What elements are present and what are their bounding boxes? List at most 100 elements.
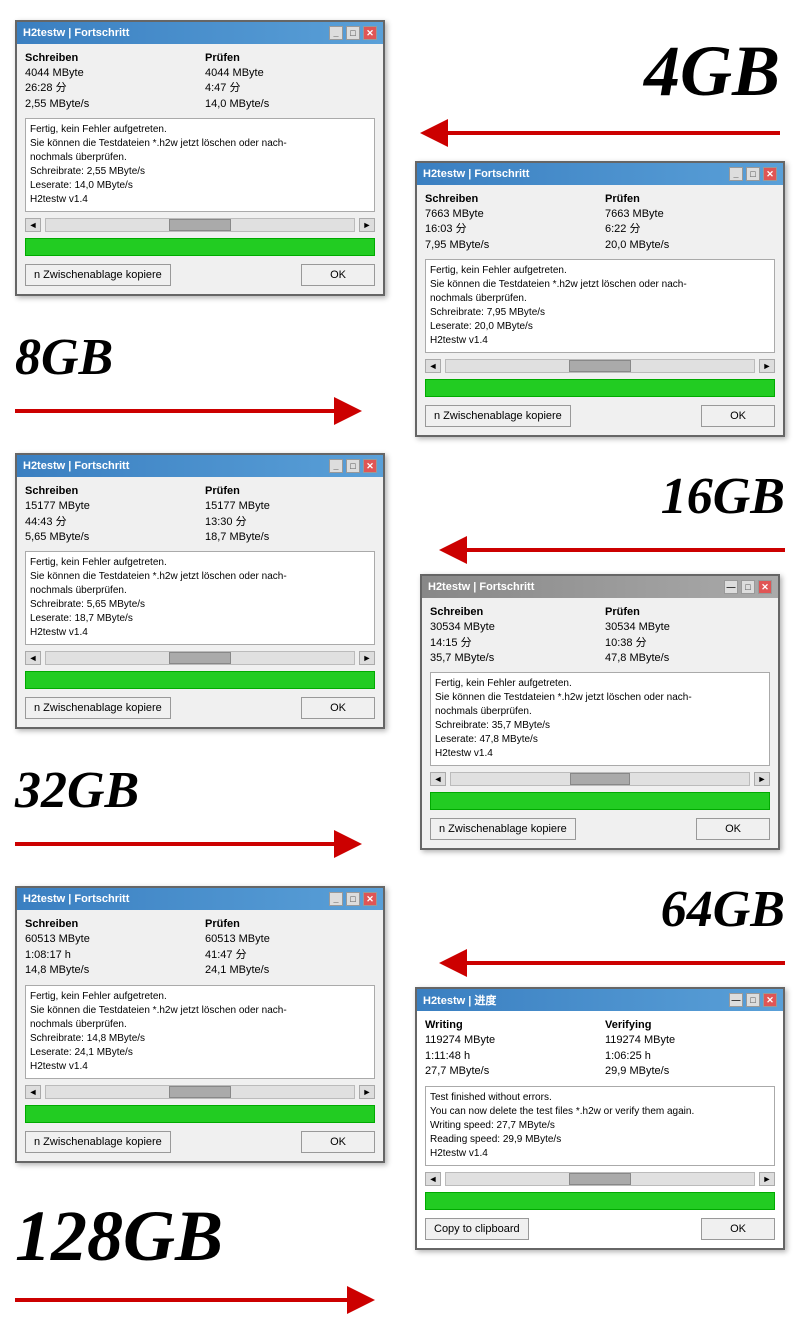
win-controls-128gb: — □ ✕ — [729, 993, 777, 1007]
win-controls-8gb: _ □ ✕ — [729, 167, 777, 181]
title-text-64gb: H2testw | Fortschritt — [23, 893, 129, 905]
section-8gb-win: H2testw | Fortschritt _ □ ✕ Schreiben 76… — [400, 161, 800, 437]
write-size-16gb: 15177 MByte — [25, 499, 195, 514]
title-text-128gb: H2testw | 进度 — [423, 992, 496, 1008]
minimize-btn-64gb[interactable]: _ — [329, 892, 343, 906]
scroll-right-32gb[interactable]: ► — [754, 772, 770, 786]
write-time-64gb: 1:08:17 h — [25, 948, 195, 963]
arrow-line-8gb — [15, 409, 334, 413]
close-btn-64gb[interactable]: ✕ — [363, 892, 377, 906]
close-btn-16gb[interactable]: ✕ — [363, 459, 377, 473]
log-16gb: Fertig, kein Fehler aufgetreten. Sie kön… — [25, 551, 375, 645]
verify-size-128gb: 119274 MByte — [605, 1033, 775, 1048]
page: H2testw | Fortschritt _ □ ✕ Schreiben 40… — [0, 0, 800, 1344]
title-text-32gb: H2testw | Fortschritt — [428, 581, 534, 593]
clipboard-btn-4gb[interactable]: n Zwischenablage kopiere — [25, 264, 171, 286]
minimize-btn-32gb[interactable]: — — [724, 580, 738, 594]
arrow-head-8gb — [334, 397, 362, 425]
scroll-left-32gb[interactable]: ◄ — [430, 772, 446, 786]
maximize-btn-4gb[interactable]: □ — [346, 26, 360, 40]
verify-label-32gb: Prüfen — [605, 606, 770, 618]
minimize-btn-128gb[interactable]: — — [729, 993, 743, 1007]
arrow-16gb — [439, 536, 786, 564]
verify-col-4gb: Prüfen 4044 MByte 4:47 分 14,0 MByte/s — [205, 52, 375, 112]
ok-btn-128gb[interactable]: OK — [701, 1218, 775, 1240]
scroll-left-4gb[interactable]: ◄ — [25, 218, 41, 232]
window-title-64gb: H2testw | Fortschritt _ □ ✕ — [17, 888, 383, 910]
clipboard-btn-32gb[interactable]: n Zwischenablage kopiere — [430, 818, 576, 840]
write-col-64gb: Schreiben 60513 MByte 1:08:17 h 14,8 MBy… — [25, 918, 195, 978]
verify-size-32gb: 30534 MByte — [605, 620, 770, 635]
arrow-head-left-4gb — [420, 119, 448, 147]
clipboard-btn-64gb[interactable]: n Zwischenablage kopiere — [25, 1131, 171, 1153]
maximize-btn-64gb[interactable]: □ — [346, 892, 360, 906]
verify-vals-32gb: 30534 MByte 10:38 分 47,8 MByte/s — [605, 620, 770, 666]
window-title-4gb: H2testw | Fortschritt _ □ ✕ — [17, 22, 383, 44]
window-title-32gb: H2testw | Fortschritt — □ ✕ — [422, 576, 778, 598]
minimize-btn-8gb[interactable]: _ — [729, 167, 743, 181]
bottom-row-8gb: n Zwischenablage kopiere OK — [425, 405, 775, 427]
clipboard-btn-16gb[interactable]: n Zwischenablage kopiere — [25, 697, 171, 719]
close-btn-8gb[interactable]: ✕ — [763, 167, 777, 181]
log-64gb: Fertig, kein Fehler aufgetreten. Sie kön… — [25, 985, 375, 1079]
maximize-btn-128gb[interactable]: □ — [746, 993, 760, 1007]
verify-col-32gb: Prüfen 30534 MByte 10:38 分 47,8 MByte/s — [605, 606, 770, 666]
verify-size-16gb: 15177 MByte — [205, 499, 375, 514]
scrollbar-128gb: ◄ ► — [425, 1172, 775, 1186]
scroll-left-128gb[interactable]: ◄ — [425, 1172, 441, 1186]
bottom-row-64gb: n Zwischenablage kopiere OK — [25, 1131, 375, 1153]
scroll-right-64gb[interactable]: ► — [359, 1085, 375, 1099]
stats-row-16gb: Schreiben 15177 MByte 44:43 分 5,65 MByte… — [25, 485, 375, 545]
ok-btn-32gb[interactable]: OK — [696, 818, 770, 840]
scroll-right-16gb[interactable]: ► — [359, 651, 375, 665]
scrolltrack-16gb[interactable] — [45, 651, 355, 665]
scroll-right-128gb[interactable]: ► — [759, 1172, 775, 1186]
scrollthumb-64gb — [169, 1086, 231, 1098]
close-btn-4gb[interactable]: ✕ — [363, 26, 377, 40]
scrollbar-32gb: ◄ ► — [430, 772, 770, 786]
arrow-64gb — [439, 949, 786, 977]
window-8gb: H2testw | Fortschritt _ □ ✕ Schreiben 76… — [415, 161, 785, 437]
minimize-btn-4gb[interactable]: _ — [329, 26, 343, 40]
ok-btn-16gb[interactable]: OK — [301, 697, 375, 719]
scroll-left-8gb[interactable]: ◄ — [425, 359, 441, 373]
minimize-btn-16gb[interactable]: _ — [329, 459, 343, 473]
log-4gb: Fertig, kein Fehler aufgetreten. Sie kön… — [25, 118, 375, 212]
section-4gb-win: H2testw | Fortschritt _ □ ✕ Schreiben 40… — [0, 20, 400, 296]
progress-16gb — [25, 671, 375, 689]
scroll-left-16gb[interactable]: ◄ — [25, 651, 41, 665]
scrolltrack-128gb[interactable] — [445, 1172, 755, 1186]
scrolltrack-4gb[interactable] — [45, 218, 355, 232]
title-text-16gb: H2testw | Fortschritt — [23, 460, 129, 472]
scrolltrack-64gb[interactable] — [45, 1085, 355, 1099]
window-128gb: H2testw | 进度 — □ ✕ Writing 119274 MByte — [415, 987, 785, 1249]
scroll-left-64gb[interactable]: ◄ — [25, 1085, 41, 1099]
bottom-row-16gb: n Zwischenablage kopiere OK — [25, 697, 375, 719]
maximize-btn-32gb[interactable]: □ — [741, 580, 755, 594]
verify-vals-4gb: 4044 MByte 4:47 分 14,0 MByte/s — [205, 66, 375, 112]
scrolltrack-32gb[interactable] — [450, 772, 750, 786]
scroll-right-4gb[interactable]: ► — [359, 218, 375, 232]
clipboard-btn-8gb[interactable]: n Zwischenablage kopiere — [425, 405, 571, 427]
verify-time-32gb: 10:38 分 — [605, 636, 770, 651]
write-label-32gb: Schreiben — [430, 606, 595, 618]
log-128gb: Test finished without errors. You can no… — [425, 1086, 775, 1166]
bottom-row-32gb: n Zwischenablage kopiere OK — [430, 818, 770, 840]
scrollbar-4gb: ◄ ► — [25, 218, 375, 232]
maximize-btn-8gb[interactable]: □ — [746, 167, 760, 181]
maximize-btn-16gb[interactable]: □ — [346, 459, 360, 473]
scroll-right-8gb[interactable]: ► — [759, 359, 775, 373]
ok-btn-4gb[interactable]: OK — [301, 264, 375, 286]
write-size-8gb: 7663 MByte — [425, 207, 595, 222]
verify-col-128gb: Verifying 119274 MByte 1:06:25 h 29,9 MB… — [605, 1019, 775, 1079]
label-64gb: 64GB — [661, 880, 785, 939]
clipboard-btn-128gb[interactable]: Copy to clipboard — [425, 1218, 529, 1240]
section-64gb-win: H2testw | Fortschritt _ □ ✕ Schreiben 60… — [0, 886, 400, 1162]
body-8gb: Schreiben 7663 MByte 16:03 分 7,95 MByte/… — [417, 185, 783, 435]
scrolltrack-8gb[interactable] — [445, 359, 755, 373]
close-btn-32gb[interactable]: ✕ — [758, 580, 772, 594]
ok-btn-8gb[interactable]: OK — [701, 405, 775, 427]
close-btn-128gb[interactable]: ✕ — [763, 993, 777, 1007]
ok-btn-64gb[interactable]: OK — [301, 1131, 375, 1153]
write-vals-128gb: 119274 MByte 1:11:48 h 27,7 MByte/s — [425, 1033, 595, 1079]
